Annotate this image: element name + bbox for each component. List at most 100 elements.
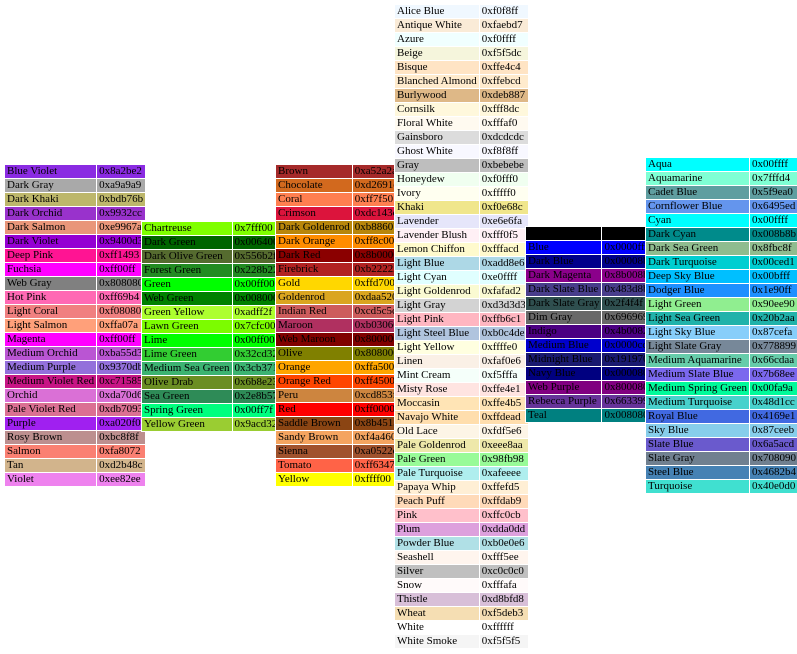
color-name-cell: Light Salmon <box>5 319 97 332</box>
color-row: Peru 0xcd853f <box>276 389 401 402</box>
color-hex-cell: 0x228b22 <box>232 264 281 277</box>
color-hex-cell: 0xdcdcdc <box>479 131 528 144</box>
color-row: Silver 0xc0c0c0 <box>395 565 528 578</box>
color-row: Blanched Almond 0xffebcd <box>395 75 528 88</box>
color-name-cell: Light Slate Gray <box>646 340 749 353</box>
color-hex-cell: 0xff00ff <box>97 333 146 346</box>
color-row: Snow 0xfffafa <box>395 579 528 592</box>
color-name-cell: Old Lace <box>395 425 479 438</box>
color-hex-cell: 0x0000ff <box>602 241 651 254</box>
color-row: Medium Blue 0x0000cd <box>526 339 651 352</box>
color-row: Steel Blue 0x4682b4 <box>646 466 797 479</box>
color-hex-cell: 0xbdb76b <box>97 193 146 206</box>
color-name-cell: Dark Salmon <box>5 221 97 234</box>
color-row: Ghost White 0xf8f8ff <box>395 145 528 158</box>
color-name-cell: Alice Blue <box>395 5 479 18</box>
color-hex-cell: 0xbebebe <box>479 159 528 172</box>
color-row: White Smoke 0xf5f5f5 <box>395 635 528 648</box>
color-name-cell: Violet <box>5 473 97 486</box>
color-name-cell: Firebrick <box>276 263 352 276</box>
color-name-cell: Tomato <box>276 459 352 472</box>
color-hex-cell: 0xba55d3 <box>97 347 146 360</box>
color-row: White 0xffffff <box>395 621 528 634</box>
color-name-cell: Floral White <box>395 117 479 130</box>
color-hex-cell: 0x00ffff <box>749 158 797 171</box>
color-hex-cell: 0xadff2f <box>232 306 281 319</box>
color-name-cell: Pale Goldenrod <box>395 439 479 452</box>
color-hex-cell: 0x006400 <box>232 236 281 249</box>
color-name-cell: Pale Violet Red <box>5 403 97 416</box>
color-hex-cell: 0xfff8dc <box>479 103 528 116</box>
color-name-cell: Dark Orange <box>276 235 352 248</box>
color-table-blues-cyans: Aqua 0x00ffff Aquamarine 0x7fffd4 Cadet Blue… <box>645 157 797 494</box>
color-hex-cell: 0x708090 <box>749 452 797 465</box>
color-hex-cell: 0x5f9ea0 <box>749 186 797 199</box>
color-name-cell: Cornflower Blue <box>646 200 749 213</box>
color-hex-cell: 0xee82ee <box>97 473 146 486</box>
color-table-light-colors: Alice Blue 0xf0f8ff Antique White 0xfaebd7 A… <box>394 4 529 649</box>
color-row: Sea Green 0x2e8b57 <box>142 390 281 403</box>
color-name-cell: Olive <box>276 347 352 360</box>
color-hex-cell: 0xfdf5e6 <box>479 425 528 438</box>
color-hex-cell: 0x87cefa <box>749 326 797 339</box>
color-hex-cell: 0x556b2f <box>232 250 281 263</box>
color-name-cell: Sea Green <box>142 390 232 403</box>
color-hex-cell: 0x00ff7f <box>232 404 281 417</box>
color-hex-cell: 0xffdab9 <box>479 495 528 508</box>
color-hex-cell: 0xf0f8ff <box>479 5 528 18</box>
color-name-cell: Sky Blue <box>646 424 749 437</box>
color-row: Papaya Whip 0xffefd5 <box>395 481 528 494</box>
color-hex-cell: 0xfffff0 <box>479 187 528 200</box>
color-hex-cell: 0x00ff00 <box>232 334 281 347</box>
color-name-cell: Teal <box>526 409 602 422</box>
color-hex-cell: 0x00008b <box>602 255 651 268</box>
color-row: Medium Sea Green 0x3cb371 <box>142 362 281 375</box>
color-row: Blue Violet 0x8a2be2 <box>5 165 146 178</box>
color-hex-cell: 0xf5fffa <box>479 369 528 382</box>
color-hex-cell: 0x800080 <box>602 381 651 394</box>
color-name-cell: Light Sea Green <box>646 312 749 325</box>
color-hex-cell <box>602 227 651 240</box>
color-row: Royal Blue 0x4169e1 <box>646 410 797 423</box>
color-row: Lime 0x00ff00 <box>142 334 281 347</box>
color-name-cell: Linen <box>395 355 479 368</box>
color-row: Sandy Brown 0xf4a460 <box>276 431 401 444</box>
color-hex-cell: 0xbc8f8f <box>97 431 146 444</box>
color-name-cell: Web Purple <box>526 381 602 394</box>
color-name-cell: Honeydew <box>395 173 479 186</box>
color-hex-cell: 0x87ceeb <box>749 424 797 437</box>
color-row: Cadet Blue 0x5f9ea0 <box>646 186 797 199</box>
color-name-cell: Burlywood <box>395 89 479 102</box>
color-row: Moccasin 0xffe4b5 <box>395 397 528 410</box>
color-row: Powder Blue 0xb0e0e6 <box>395 537 528 550</box>
color-row: Turquoise 0x40e0d0 <box>646 480 797 493</box>
color-hex-cell: 0x9932cc <box>97 207 146 220</box>
color-name-cell: Lavender <box>395 215 479 228</box>
color-row: Orange Red 0xff4500 <box>276 375 401 388</box>
color-name-cell: Lime Green <box>142 348 232 361</box>
color-row: Deep Sky Blue 0x00bfff <box>646 270 797 283</box>
color-hex-cell: 0xdda0dd <box>479 523 528 536</box>
color-hex-cell: 0x9370db <box>97 361 146 374</box>
color-name-cell: Powder Blue <box>395 537 479 550</box>
color-name-cell: Dark Green <box>142 236 232 249</box>
color-row: Aqua 0x00ffff <box>646 158 797 171</box>
color-hex-cell: 0xff00ff <box>97 263 146 276</box>
color-row: Spring Green 0x00ff7f <box>142 404 281 417</box>
color-hex-cell: 0xffb6c1 <box>479 313 528 326</box>
color-hex-cell: 0x6495ed <box>749 200 797 213</box>
color-name-cell: White Smoke <box>395 635 479 648</box>
color-hex-cell: 0xd2b48c <box>97 459 146 472</box>
color-name-cell: Light Blue <box>395 257 479 270</box>
color-row: Beige 0xf5f5dc <box>395 47 528 60</box>
color-name-cell: Misty Rose <box>395 383 479 396</box>
color-hex-cell: 0xfafad2 <box>479 285 528 298</box>
color-hex-cell: 0x8fbc8f <box>749 242 797 255</box>
color-row: Thistle 0xd8bfd8 <box>395 593 528 606</box>
color-name-cell: Medium Sea Green <box>142 362 232 375</box>
color-name-cell: Coral <box>276 193 352 206</box>
color-row: Slate Blue 0x6a5acd <box>646 438 797 451</box>
color-row: Aquamarine 0x7fffd4 <box>646 172 797 185</box>
color-hex-cell: 0x98fb98 <box>479 453 528 466</box>
color-name-cell: Indian Red <box>276 305 352 318</box>
